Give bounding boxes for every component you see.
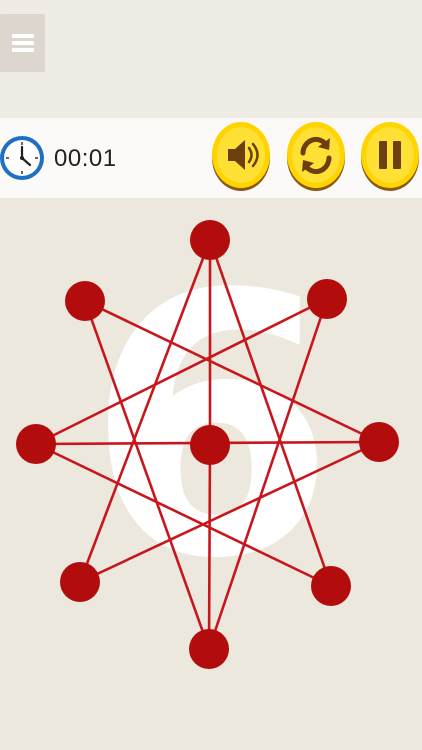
node-lower-right[interactable] <box>311 566 351 606</box>
edge <box>207 444 212 650</box>
node-upper-right[interactable] <box>307 279 347 319</box>
puzzle-graph <box>16 220 399 669</box>
node-left[interactable] <box>16 424 56 464</box>
node-upper-left[interactable] <box>65 281 105 321</box>
node-right[interactable] <box>359 422 399 462</box>
edge <box>84 299 380 444</box>
node-bottom[interactable] <box>189 629 229 669</box>
node-center[interactable] <box>190 425 230 465</box>
node-lower-left[interactable] <box>60 562 100 602</box>
edge <box>35 297 328 446</box>
node-top[interactable] <box>190 220 230 260</box>
edge <box>83 300 211 650</box>
